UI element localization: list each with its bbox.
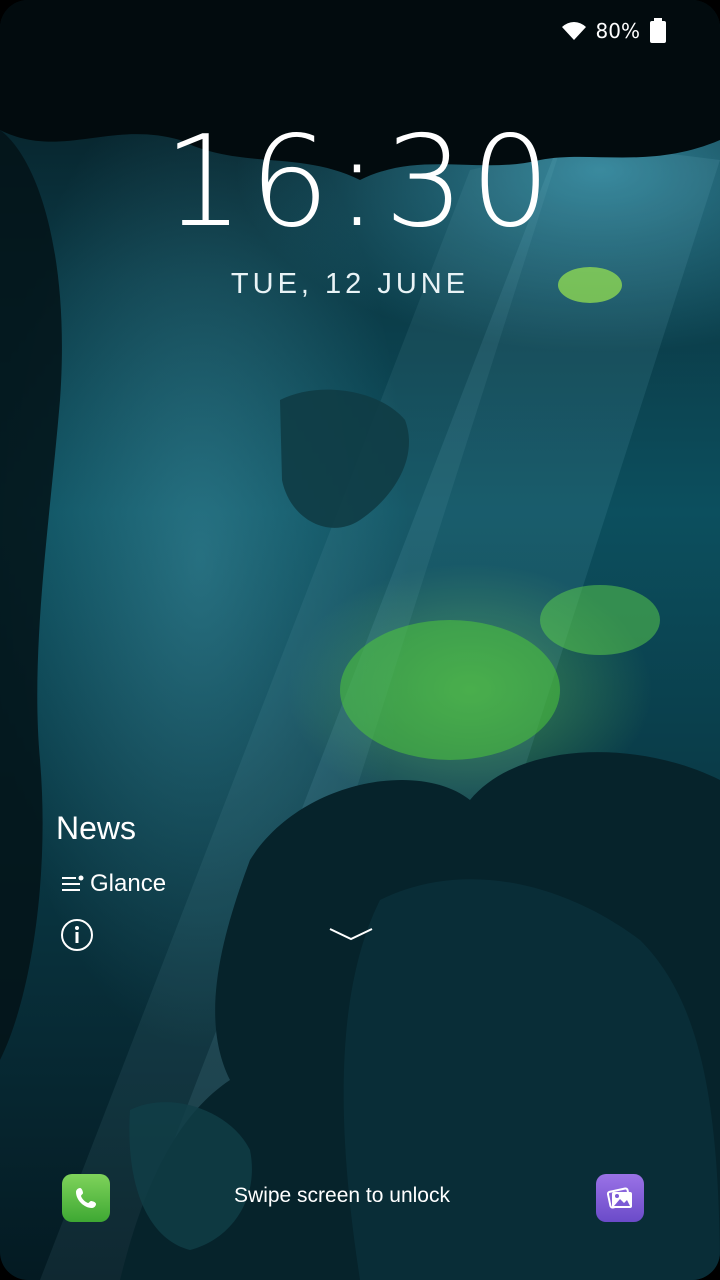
glance-label: Glance — [90, 870, 167, 897]
chevron-down-icon[interactable] — [328, 926, 374, 942]
unlock-hint: Swipe screen to unlock — [234, 1184, 450, 1207]
battery-icon — [650, 18, 666, 43]
lock-clock: 16:30 — [163, 108, 557, 255]
gallery-icon — [606, 1187, 632, 1209]
gallery-shortcut[interactable] — [596, 1174, 644, 1222]
lock-screen[interactable]: 80% 16:30 TUE, 12 JUNE News Glance Swipe… — [0, 0, 720, 1280]
glance-button[interactable]: Glance — [60, 870, 166, 898]
info-icon[interactable] — [60, 918, 94, 952]
news-title[interactable]: News — [56, 810, 136, 847]
list-icon — [62, 875, 84, 891]
status-bar: 80% — [560, 18, 668, 44]
lock-date: TUE, 12 JUNE — [230, 268, 470, 300]
battery-percentage: 80% — [595, 19, 640, 43]
wifi-icon — [561, 22, 586, 40]
